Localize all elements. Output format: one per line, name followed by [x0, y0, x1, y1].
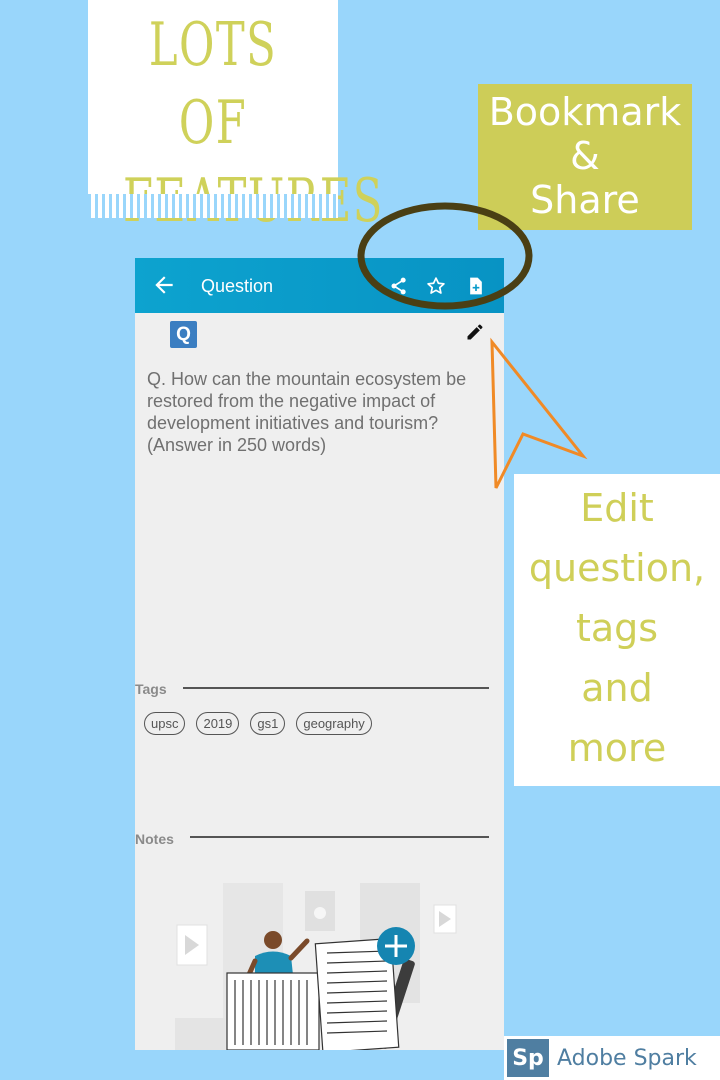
- spark-logo: Sp: [507, 1039, 549, 1077]
- callout-line: more: [567, 726, 667, 770]
- callout-line: Share: [530, 178, 640, 222]
- screen-title: Question: [201, 276, 274, 296]
- title-line-1: LOTS OF: [148, 10, 278, 158]
- notes-divider: [190, 836, 489, 838]
- callout-line: Edit: [580, 486, 654, 530]
- bookmark-share-callout: Bookmark & Share: [478, 84, 692, 230]
- tag-chip[interactable]: 2019: [196, 712, 240, 735]
- edit-question-callout: Edit question, tags and more: [514, 474, 720, 786]
- tags-label: Tags: [135, 681, 167, 697]
- tag-chip[interactable]: upsc: [144, 712, 186, 735]
- tags-divider: [183, 687, 489, 689]
- back-arrow-icon[interactable]: [151, 272, 177, 298]
- callout-line: Bookmark: [488, 90, 682, 134]
- phone-screen: Question Q Q. How can the mountain ecosy…: [135, 258, 504, 1050]
- tags-list: upsc 2019 gs1 geography: [144, 712, 372, 735]
- spark-text: Adobe Spark: [557, 1045, 697, 1071]
- callout-line: tags: [575, 606, 659, 650]
- features-title-card: LOTS OF FEATURES: [88, 0, 382, 236]
- fringe-decoration: [88, 194, 338, 218]
- question-text[interactable]: Q. How can the mountain ecosystem be res…: [147, 368, 492, 456]
- question-badge: Q: [170, 321, 197, 348]
- callout-line: and: [581, 666, 653, 710]
- notes-label: Notes: [135, 831, 174, 847]
- pointer-arrow: [490, 337, 588, 489]
- tag-chip[interactable]: gs1: [250, 712, 286, 735]
- edit-pencil-icon[interactable]: [465, 322, 485, 342]
- callout-line: &: [570, 134, 600, 178]
- tag-chip[interactable]: geography: [296, 712, 372, 735]
- add-note-icon[interactable]: [466, 276, 486, 296]
- star-icon[interactable]: [426, 276, 446, 296]
- share-icon[interactable]: [389, 276, 409, 296]
- app-bar: Question: [135, 258, 504, 313]
- callout-line: question,: [528, 546, 706, 590]
- notes-illustration: [175, 883, 457, 1050]
- adobe-spark-watermark: Sp Adobe Spark: [504, 1036, 720, 1080]
